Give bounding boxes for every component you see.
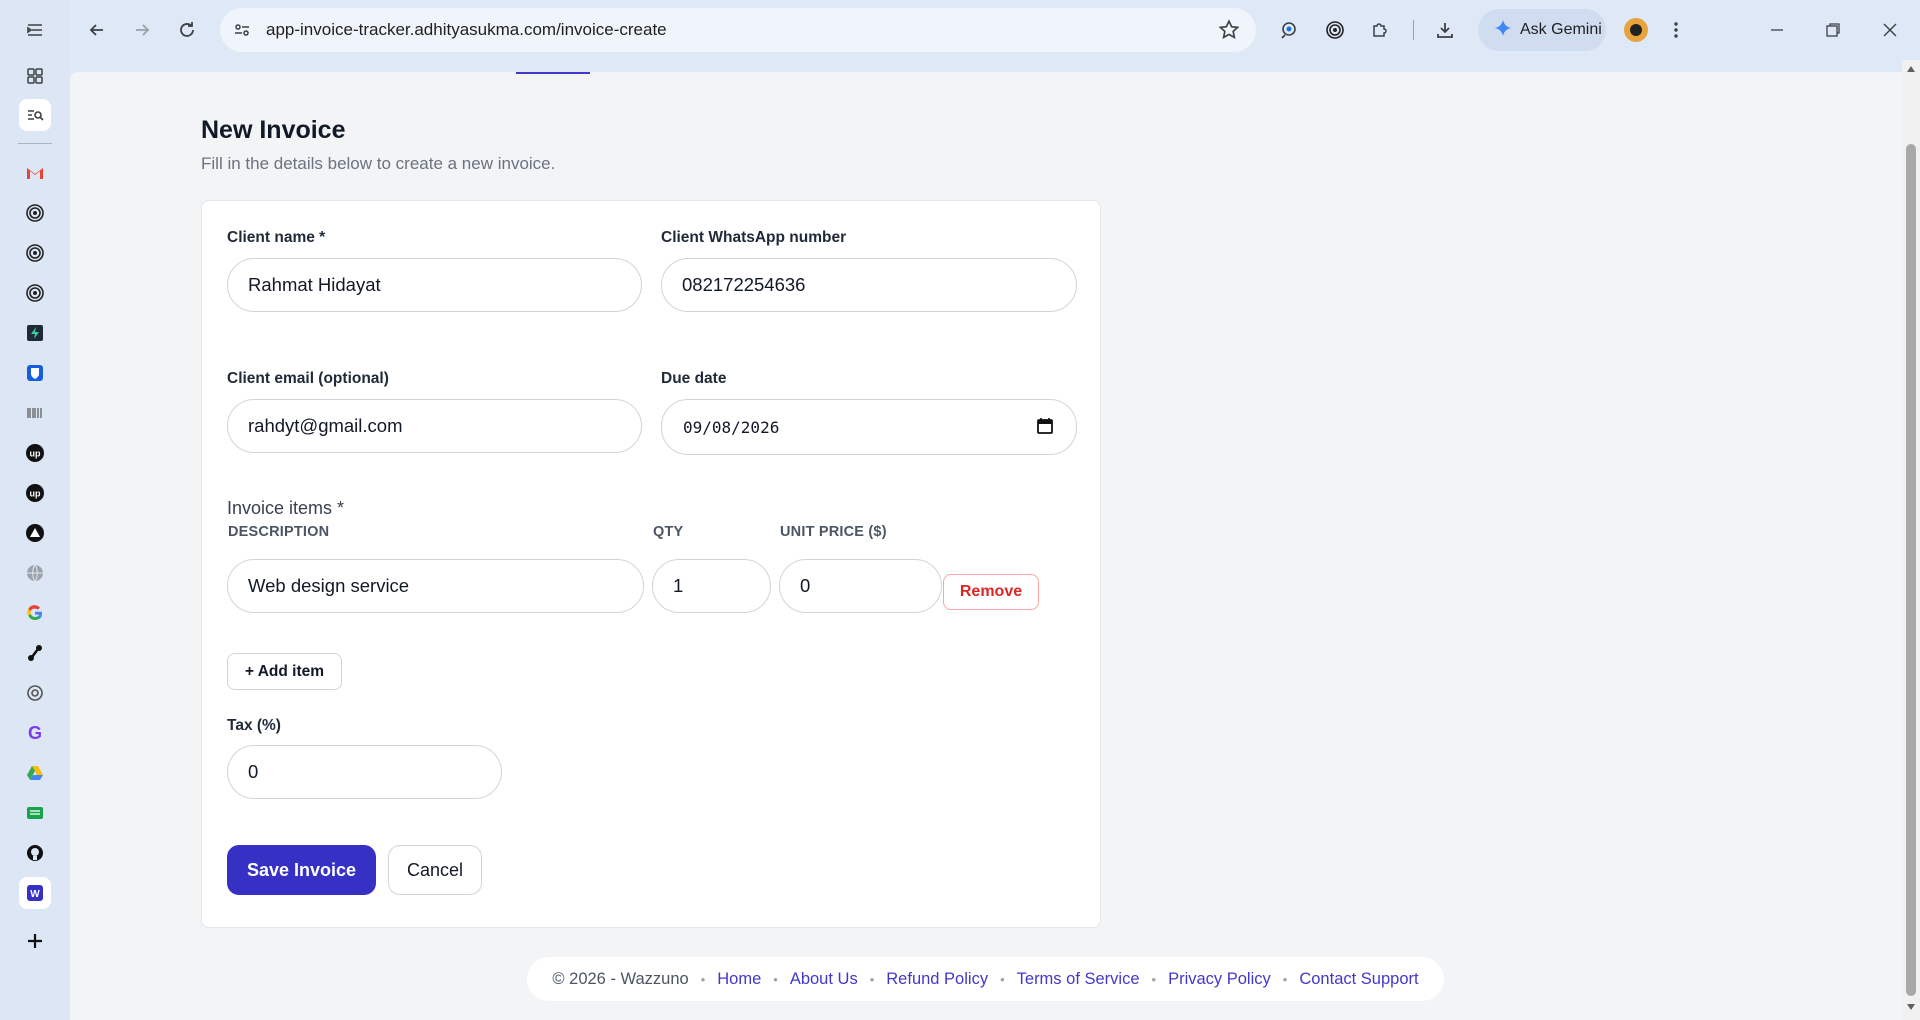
google-drive-icon[interactable] bbox=[19, 757, 51, 789]
footer-link-privacy-policy[interactable]: Privacy Policy bbox=[1168, 970, 1271, 989]
footer-separator: • bbox=[1282, 971, 1288, 987]
item-description-input[interactable]: Web design service bbox=[227, 559, 644, 613]
due-date-value: 09/08/2026 bbox=[683, 417, 780, 437]
svg-text:W: W bbox=[30, 889, 40, 900]
back-arrow-icon[interactable] bbox=[80, 13, 114, 47]
profile-avatar[interactable] bbox=[1624, 18, 1648, 42]
tax-input[interactable]: 0 bbox=[227, 745, 502, 799]
due-date-label: Due date bbox=[661, 370, 727, 387]
footer-separator: • bbox=[1000, 971, 1005, 987]
sheets-icon[interactable] bbox=[19, 797, 51, 829]
globe-icon[interactable] bbox=[19, 557, 51, 589]
due-date-input[interactable]: 09/08/2026 bbox=[661, 399, 1077, 455]
gmail-icon[interactable] bbox=[19, 157, 51, 189]
client-name-label: Client name * bbox=[227, 229, 326, 246]
target-icon[interactable] bbox=[19, 277, 51, 309]
link-app-icon[interactable] bbox=[19, 637, 51, 669]
url-text[interactable]: app-invoice-tracker.adhityasukma.com/inv… bbox=[266, 20, 667, 40]
target-extension-icon[interactable] bbox=[1318, 13, 1352, 47]
ask-gemini-button[interactable]: Ask Gemini bbox=[1478, 9, 1606, 51]
triangle-app-icon[interactable] bbox=[19, 517, 51, 549]
calendar-icon[interactable] bbox=[1036, 417, 1054, 435]
footer-separator: • bbox=[1151, 971, 1157, 987]
tax-label: Tax (%) bbox=[227, 717, 281, 734]
client-email-label: Client email (optional) bbox=[227, 370, 389, 387]
restore-window-icon[interactable] bbox=[1816, 13, 1850, 47]
bookmark-star-icon[interactable] bbox=[1218, 19, 1240, 46]
sidebar-divider bbox=[18, 143, 52, 144]
page-viewport: New Invoice Fill in the details below to… bbox=[70, 72, 1902, 1020]
scroll-up-arrow-icon[interactable] bbox=[1907, 66, 1915, 72]
vertical-tab-strip: up up G W bbox=[0, 0, 70, 1020]
new-tab-plus-icon[interactable] bbox=[19, 925, 51, 957]
client-name-input[interactable]: Rahmat Hidayat bbox=[227, 258, 642, 312]
browser-toolbar: app-invoice-tracker.adhityasukma.com/inv… bbox=[70, 0, 1920, 60]
footer-separator: • bbox=[700, 971, 706, 987]
lens-search-icon[interactable] bbox=[1272, 13, 1306, 47]
extensions-puzzle-icon[interactable] bbox=[1363, 13, 1397, 47]
svg-text:up: up bbox=[30, 489, 41, 499]
target-icon[interactable] bbox=[19, 237, 51, 269]
upwork-icon[interactable]: up bbox=[19, 437, 51, 469]
page-scrollbar[interactable] bbox=[1902, 60, 1920, 1020]
ask-gemini-label: Ask Gemini bbox=[1520, 21, 1602, 38]
target-icon[interactable] bbox=[19, 197, 51, 229]
footer-copyright: © 2026 - Wazzuno bbox=[552, 969, 689, 988]
whatsapp-input[interactable]: 082172254636 bbox=[661, 258, 1077, 312]
barcode-icon[interactable] bbox=[19, 397, 51, 429]
minimize-icon[interactable] bbox=[1760, 13, 1794, 47]
footer-link-terms-of-service[interactable]: Terms of Service bbox=[1017, 970, 1140, 989]
qty-column-header: QTY bbox=[653, 524, 684, 540]
gemini-sparkle-icon bbox=[1494, 19, 1512, 42]
more-menu-icon[interactable] bbox=[1659, 13, 1693, 47]
footer-link-contact-support[interactable]: Contact Support bbox=[1299, 970, 1418, 989]
cancel-button[interactable]: Cancel bbox=[388, 845, 482, 895]
site-info-icon[interactable] bbox=[232, 20, 252, 45]
scrollbar-thumb[interactable] bbox=[1906, 144, 1916, 996]
bolt-app-icon[interactable] bbox=[19, 317, 51, 349]
remove-item-button[interactable]: Remove bbox=[943, 574, 1039, 610]
invoice-form-card: Client name * Rahmat Hidayat Client What… bbox=[201, 200, 1101, 928]
wazzuno-icon[interactable]: W bbox=[19, 877, 51, 909]
github-icon[interactable] bbox=[19, 837, 51, 869]
footer-link-refund-policy[interactable]: Refund Policy bbox=[886, 970, 988, 989]
invoice-items-label: Invoice items * bbox=[227, 498, 345, 518]
save-invoice-button[interactable]: Save Invoice bbox=[227, 845, 376, 895]
svg-text:G: G bbox=[28, 723, 42, 743]
page-footer: © 2026 - Wazzuno • Home • About Us • Ref… bbox=[527, 957, 1444, 1001]
forward-arrow-icon[interactable] bbox=[125, 13, 159, 47]
close-window-icon[interactable] bbox=[1873, 13, 1907, 47]
add-item-button[interactable]: + Add item bbox=[227, 653, 342, 690]
tab-groups-icon[interactable] bbox=[19, 60, 51, 92]
whatsapp-label: Client WhatsApp number bbox=[661, 229, 847, 246]
tab-search-icon[interactable] bbox=[19, 99, 51, 131]
description-column-header: DESCRIPTION bbox=[228, 524, 330, 540]
page-subtitle: Fill in the details below to create a ne… bbox=[201, 154, 556, 173]
collapse-tabs-icon[interactable] bbox=[19, 14, 51, 46]
item-qty-input[interactable]: 1 bbox=[652, 559, 771, 613]
bitwarden-icon[interactable] bbox=[19, 357, 51, 389]
download-icon[interactable] bbox=[1428, 13, 1462, 47]
footer-link-about-us[interactable]: About Us bbox=[790, 970, 858, 989]
client-email-input[interactable]: rahdyt@gmail.com bbox=[227, 399, 642, 453]
scroll-down-arrow-icon[interactable] bbox=[1907, 1004, 1915, 1010]
upwork-icon[interactable]: up bbox=[19, 477, 51, 509]
active-nav-underline bbox=[516, 72, 590, 74]
reload-icon[interactable] bbox=[170, 13, 204, 47]
unit-price-column-header: UNIT PRICE ($) bbox=[780, 524, 887, 540]
footer-separator: • bbox=[773, 971, 778, 987]
footer-separator: • bbox=[869, 971, 875, 987]
grammarly-icon[interactable]: G bbox=[19, 717, 51, 749]
item-unit-price-input[interactable]: 0 bbox=[779, 559, 942, 613]
address-bar[interactable]: app-invoice-tracker.adhityasukma.com/inv… bbox=[220, 8, 1256, 52]
svg-text:up: up bbox=[30, 449, 41, 459]
footer-link-home[interactable]: Home bbox=[717, 970, 761, 989]
toolbar-divider bbox=[1413, 20, 1414, 40]
openai-icon[interactable] bbox=[19, 677, 51, 709]
page-title: New Invoice bbox=[201, 116, 346, 144]
google-icon[interactable] bbox=[19, 597, 51, 629]
